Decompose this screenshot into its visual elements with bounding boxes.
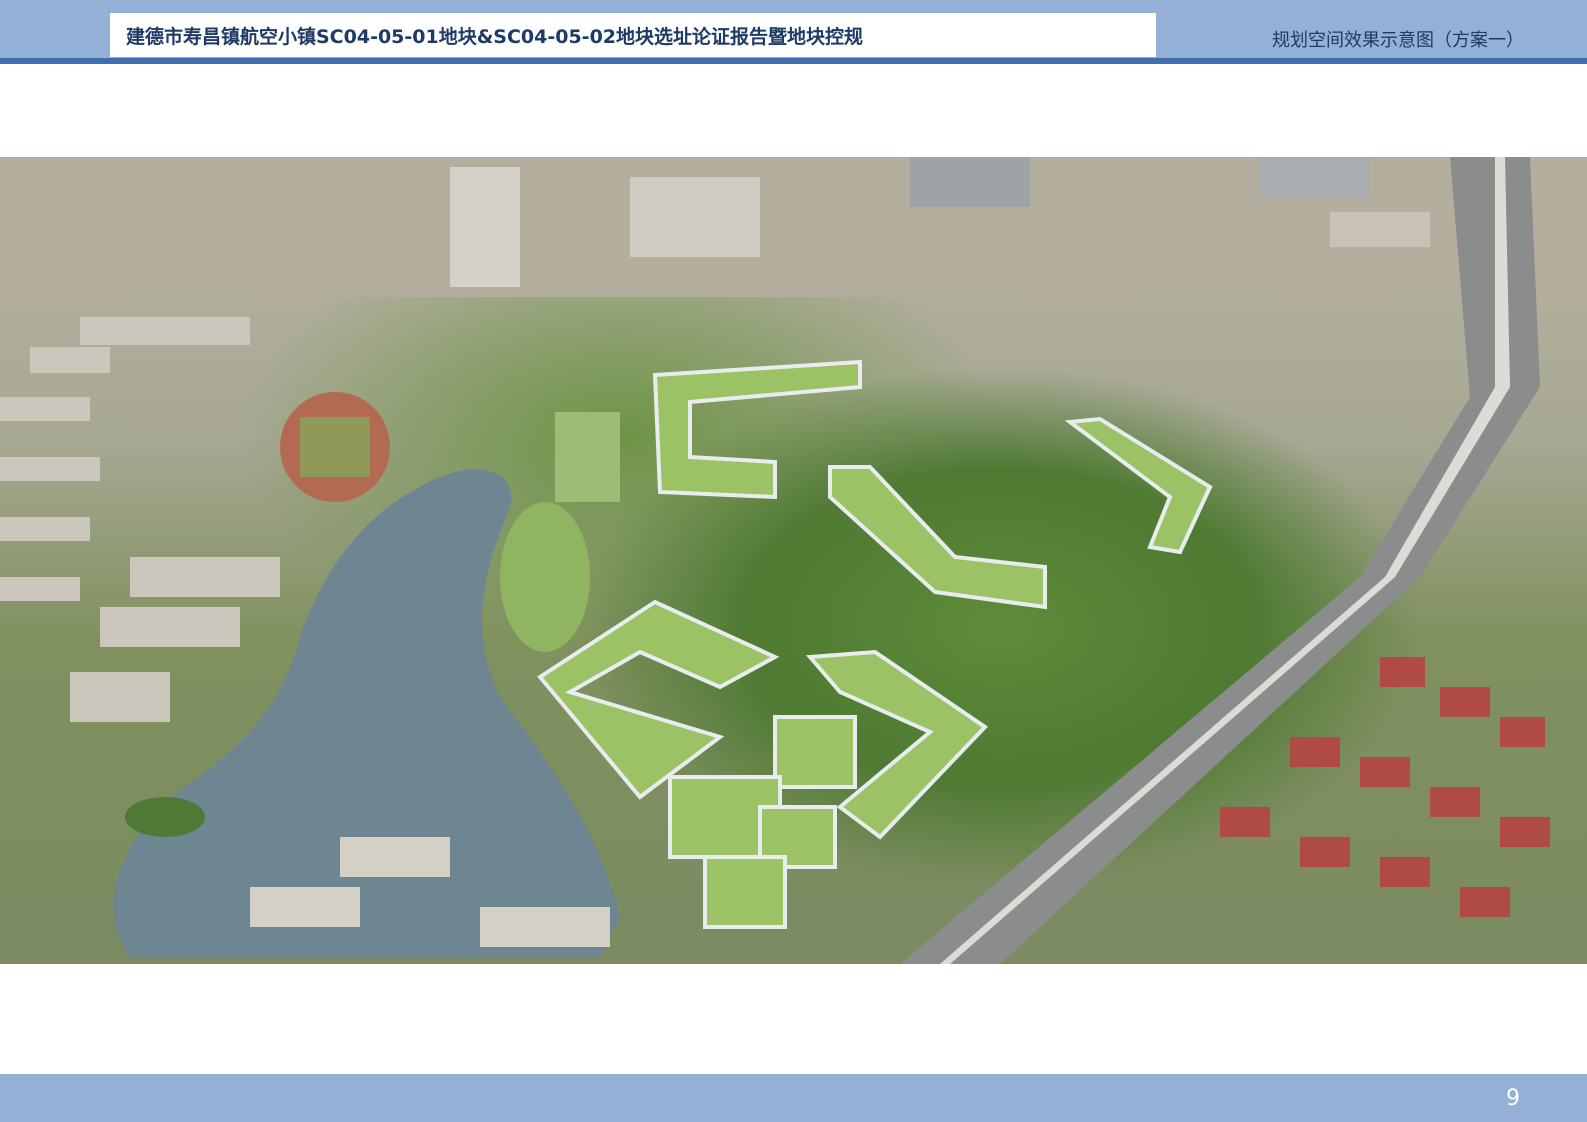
sports-field: [500, 502, 590, 652]
aerial-rendering-illustration: [0, 157, 1587, 964]
island: [125, 797, 205, 837]
warehouse: [1260, 157, 1370, 197]
aerial-rendering-image: [0, 157, 1587, 964]
warehouse: [910, 157, 1030, 207]
section-title: 规划空间效果示意图（方案一）: [1272, 30, 1524, 51]
residential-blocks-left: [0, 317, 280, 722]
track-infield: [300, 417, 370, 477]
page-number: 9: [1506, 1086, 1520, 1111]
document-title: 建德市寿昌镇航空小镇SC04-05-01地块&SC04-05-02地块选址论证报…: [126, 26, 864, 48]
footer-band: [0, 1074, 1587, 1122]
silo: [450, 167, 520, 287]
tennis-courts: [555, 412, 620, 502]
header-rule: [0, 58, 1587, 64]
warehouse: [1330, 212, 1430, 247]
plant-building: [630, 177, 760, 257]
